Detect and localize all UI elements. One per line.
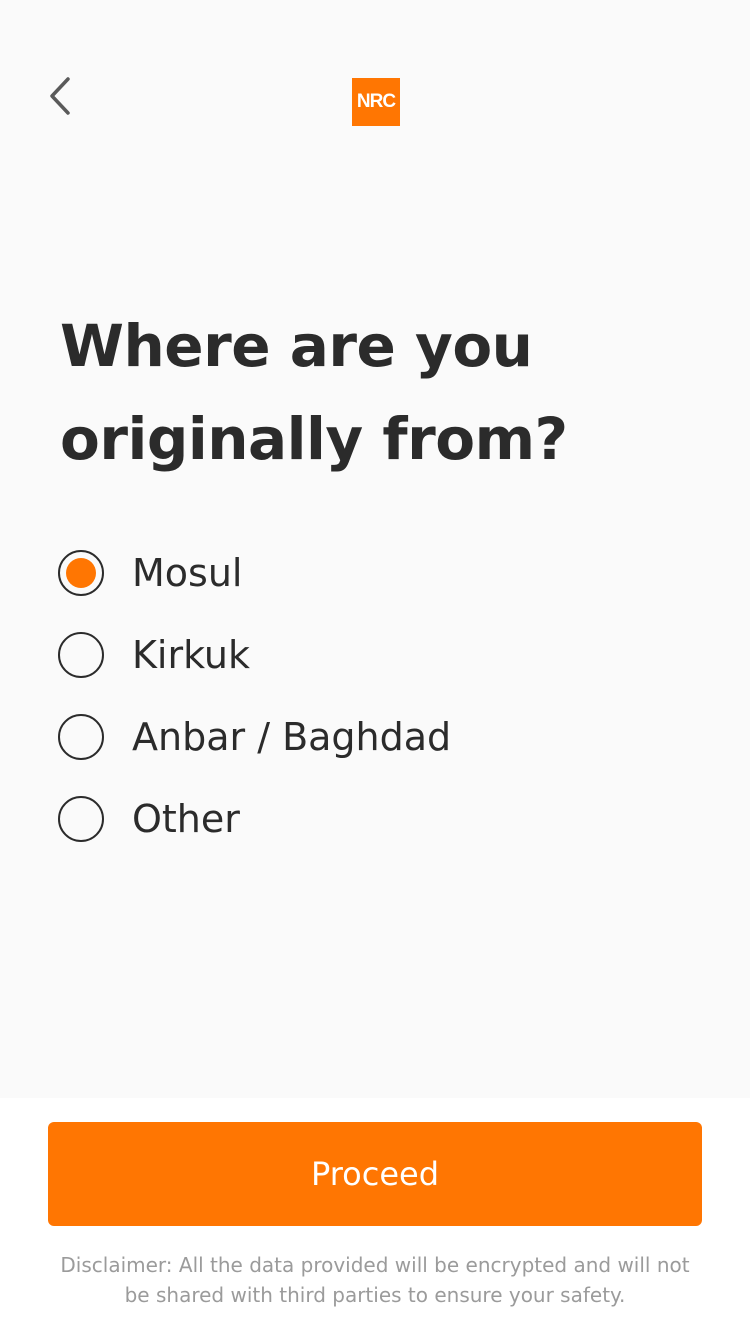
chevron-left-icon: [50, 77, 70, 115]
option-other[interactable]: Other: [58, 778, 698, 860]
option-mosul[interactable]: Mosul: [58, 532, 698, 614]
disclaimer-text: Disclaimer: All the data provided will b…: [60, 1253, 690, 1307]
proceed-button[interactable]: Proceed: [48, 1122, 702, 1226]
radio-selected-dot: [66, 558, 96, 588]
radio-button[interactable]: [58, 714, 104, 760]
options-list: Mosul Kirkuk Anbar / Baghdad Other: [58, 532, 698, 860]
nrc-logo: NRC: [352, 78, 400, 126]
radio-button[interactable]: [58, 632, 104, 678]
footer: Proceed Disclaimer: All the data provide…: [0, 1098, 750, 1334]
page-title: Where are you originally from?: [60, 312, 568, 473]
option-label: Anbar / Baghdad: [132, 715, 452, 759]
option-label: Mosul: [132, 551, 243, 595]
back-button[interactable]: [38, 70, 82, 122]
option-label: Other: [132, 797, 240, 841]
option-anbar-baghdad[interactable]: Anbar / Baghdad: [58, 696, 698, 778]
radio-button[interactable]: [58, 550, 104, 596]
radio-button[interactable]: [58, 796, 104, 842]
option-label: Kirkuk: [132, 633, 251, 677]
option-kirkuk[interactable]: Kirkuk: [58, 614, 698, 696]
